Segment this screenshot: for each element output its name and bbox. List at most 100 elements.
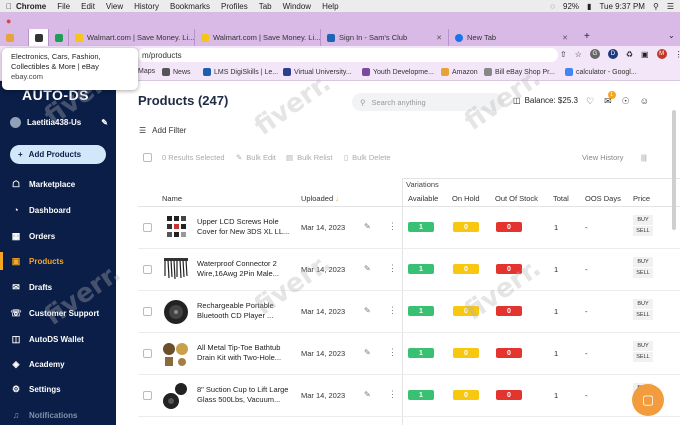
bulk-relist-button[interactable]: ▤ Bulk Relist [286, 153, 333, 162]
heart-icon[interactable]: ♡ [586, 96, 594, 107]
tab-sams-club[interactable]: Sign In - Sam's Club ✕ [320, 29, 448, 46]
balance-button[interactable]: ◫ Balance: $25.3 [513, 96, 578, 105]
more-icon[interactable]: ⋮ [388, 263, 397, 274]
bookmark-amazon[interactable]: Amazon [441, 68, 478, 76]
row-checkbox[interactable] [143, 265, 152, 274]
menu-edit[interactable]: Edit [81, 2, 95, 11]
more-icon[interactable]: ⋮ [388, 305, 397, 316]
row-checkbox[interactable] [143, 391, 152, 400]
bookmark-bill[interactable]: Bill eBay Shop Pr... [484, 68, 555, 76]
col-price[interactable]: Price [633, 194, 650, 203]
sidebar-item-orders[interactable]: ▦ Orders [0, 227, 116, 245]
control-center-icon[interactable]: ☰ [667, 2, 674, 11]
user-icon[interactable]: ☺ [640, 96, 649, 107]
sidebar-item-academy[interactable]: ◈ Academy [0, 355, 116, 373]
apple-icon[interactable]:  [6, 2, 16, 11]
sidebar-item-dashboard[interactable]: ◔ Dashboard [0, 201, 116, 219]
battery-percent[interactable]: 92% [563, 2, 579, 11]
more-icon[interactable]: ⋮ [388, 389, 397, 400]
menu-view[interactable]: View [106, 2, 123, 11]
edit-icon[interactable]: ✎ [364, 264, 371, 273]
bookmark-news[interactable]: News [162, 68, 191, 76]
share-icon[interactable]: ⇧ [560, 50, 567, 59]
bookmark-vu[interactable]: Virtual University... [283, 68, 352, 76]
edit-icon[interactable]: ✎ [364, 222, 371, 231]
tab-new-tab[interactable]: New Tab ✕ [448, 29, 574, 46]
edit-icon[interactable]: ✎ [364, 390, 371, 399]
menu-bookmarks[interactable]: Bookmarks [170, 2, 210, 11]
row-checkbox[interactable] [143, 307, 152, 316]
add-products-button[interactable]: + Add Products [10, 145, 106, 164]
sidebar-item-products[interactable]: ▣ Products [0, 252, 116, 270]
close-icon[interactable]: ✕ [436, 34, 442, 42]
bulk-edit-button[interactable]: ✎ Bulk Edit [236, 153, 276, 162]
table-row[interactable]: All Metal Tip-Toe Bathtub Drain Kit with… [138, 333, 680, 375]
chevron-down-icon[interactable]: ⌄ [668, 31, 675, 40]
search-input[interactable]: ⚲ Search anything [352, 93, 504, 111]
search-icon[interactable]: ⚲ [653, 2, 659, 11]
row-checkbox[interactable] [143, 349, 152, 358]
table-row[interactable]: 8" Suction Cup to Lift Large Glass 500Lb… [138, 375, 680, 417]
col-total[interactable]: Total [553, 194, 569, 203]
clock[interactable]: Tue 9:37 PM [599, 2, 645, 11]
tab-walmart-2[interactable]: Walmart.com | Save Money. Li... ✕ [194, 29, 320, 46]
messages-icon[interactable]: ✉ 1 [604, 91, 616, 107]
battery-icon[interactable]: ▮ [587, 2, 591, 11]
bookmark-maps[interactable]: Maps [138, 68, 155, 75]
columns-icon[interactable]: ||| [641, 153, 647, 162]
menu-app-name[interactable]: Chrome [16, 2, 46, 11]
col-uploaded[interactable]: Uploaded ↓ [301, 194, 339, 203]
profile-avatar[interactable]: M [656, 49, 667, 59]
window-close-icon[interactable]: ● [6, 16, 11, 26]
bookmark-calculator[interactable]: calculator - Googl... [565, 68, 637, 76]
chat-support-button[interactable]: ▢ [632, 384, 664, 416]
col-available[interactable]: Available [408, 194, 438, 203]
menu-tab[interactable]: Tab [259, 2, 272, 11]
more-icon[interactable]: ⋮ [388, 347, 397, 358]
more-icon[interactable]: ⋮ [675, 50, 680, 59]
table-row[interactable]: Rechargeable Portable Bluetooth CD Playe… [138, 291, 680, 333]
tab-walmart-1[interactable]: Walmart.com | Save Money. Li... ✕ [68, 29, 194, 46]
extension-icon[interactable]: G [589, 49, 600, 59]
tab-pinned-2[interactable] [48, 29, 68, 46]
col-on-hold[interactable]: On Hold [452, 194, 480, 203]
bookmark-youth[interactable]: Youth Developme... [362, 68, 434, 76]
table-row[interactable]: Waterproof Connector 2 Wire,16Awg 2Pin M… [138, 249, 680, 291]
sidebar-item-notifications[interactable]: ♫ Notifications [0, 406, 116, 424]
product-name[interactable]: Rechargeable Portable Bluetooth CD Playe… [197, 301, 295, 321]
page-scrollbar[interactable] [672, 110, 676, 230]
extension-icon[interactable]: D [607, 49, 618, 59]
product-name[interactable]: 8" Suction Cup to Lift Large Glass 500Lb… [197, 385, 295, 405]
menu-profiles[interactable]: Profiles [221, 2, 248, 11]
menu-history[interactable]: History [134, 2, 159, 11]
sidebar-item-marketplace[interactable]: ☖ Marketplace [0, 175, 116, 193]
sidebar-item-settings[interactable]: ⚙ Settings [0, 380, 116, 398]
edit-icon[interactable]: ✎ [101, 118, 108, 127]
row-checkbox[interactable] [143, 223, 152, 232]
menu-window[interactable]: Window [283, 2, 311, 11]
select-all-checkbox[interactable] [143, 153, 152, 162]
col-oos-days[interactable]: OOS Days [585, 194, 621, 203]
sidebar-item-wallet[interactable]: ◫ AutoDS Wallet [0, 330, 116, 348]
sidebar-item-customer-support[interactable]: ☏ Customer Support [0, 304, 116, 322]
more-icon[interactable]: ⋮ [388, 221, 397, 232]
bulk-delete-button[interactable]: ▯ Bulk Delete [344, 153, 391, 162]
address-bar[interactable]: m/products [138, 48, 558, 62]
user-account[interactable]: Laetitia438-Us ✎ [10, 117, 108, 128]
star-icon[interactable]: ☆ [575, 50, 582, 59]
product-name[interactable]: Upper LCD Screws Hole Cover for New 3DS … [197, 217, 295, 237]
new-tab-button[interactable]: + [584, 31, 590, 42]
tab-pinned-1[interactable] [0, 29, 28, 46]
col-out-of-stock[interactable]: Out Of Stock [495, 194, 538, 203]
wifi-icon[interactable]: ◌ [550, 2, 555, 11]
col-name[interactable]: Name [162, 194, 182, 203]
close-icon[interactable]: ✕ [562, 34, 568, 42]
menu-file[interactable]: File [57, 2, 70, 11]
bookmark-lms[interactable]: LMS DigiSkills | Le... [203, 68, 278, 76]
table-row[interactable]: Upper LCD Screws Hole Cover for New 3DS … [138, 207, 680, 249]
edit-icon[interactable]: ✎ [364, 306, 371, 315]
tab-pinned-active[interactable] [28, 29, 48, 46]
edit-icon[interactable]: ✎ [364, 348, 371, 357]
menu-help[interactable]: Help [322, 2, 338, 11]
target-icon[interactable]: ☉ [622, 96, 630, 107]
